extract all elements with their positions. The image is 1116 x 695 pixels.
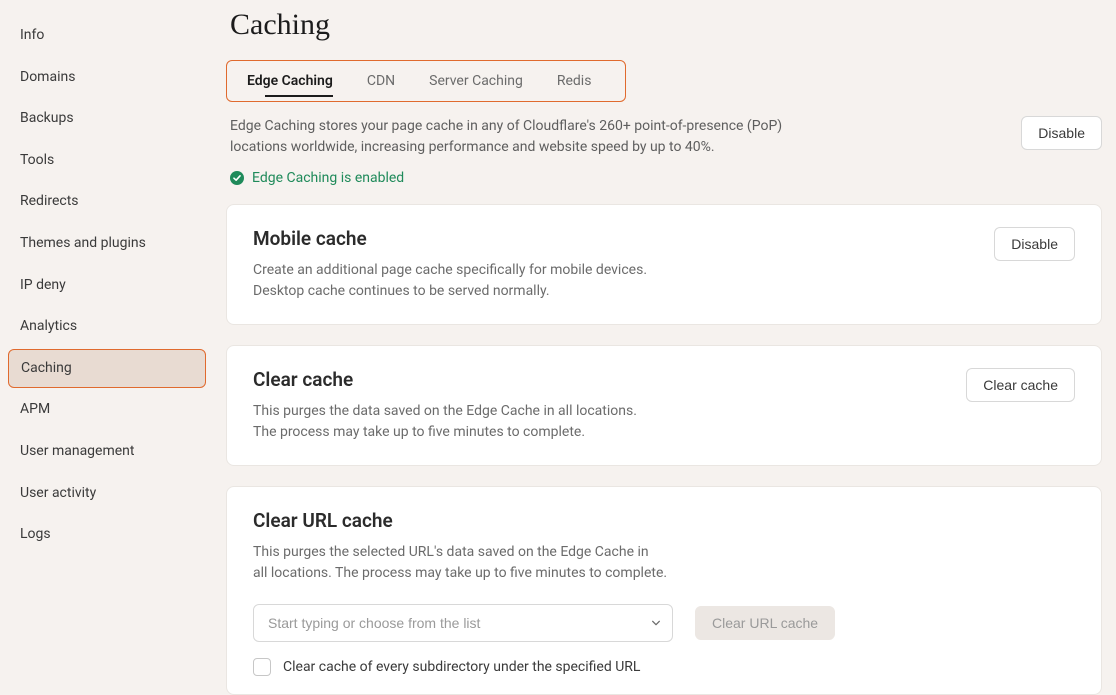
disable-edge-caching-button[interactable]: Disable	[1021, 116, 1102, 150]
edge-caching-description-row: Edge Caching stores your page cache in a…	[226, 116, 1116, 158]
tab-redis[interactable]: Redis	[557, 73, 592, 89]
clear-url-cache-button[interactable]: Clear URL cache	[695, 606, 835, 640]
clear-cache-button[interactable]: Clear cache	[966, 368, 1075, 402]
sidebar-item-analytics[interactable]: Analytics	[0, 307, 214, 347]
sidebar-item-domains[interactable]: Domains	[0, 58, 214, 98]
sidebar-item-user-activity[interactable]: User activity	[0, 474, 214, 514]
clear-cache-description: This purges the data saved on the Edge C…	[253, 401, 637, 443]
clear-subdirectory-checkbox[interactable]	[253, 658, 271, 676]
main-content: Caching Edge Caching CDN Server Caching …	[214, 0, 1116, 665]
sidebar-item-redirects[interactable]: Redirects	[0, 182, 214, 222]
clear-cache-title: Clear cache	[253, 368, 637, 391]
clear-cache-card: Clear cache This purges the data saved o…	[226, 345, 1102, 466]
sidebar-item-apm[interactable]: APM	[0, 390, 214, 430]
sidebar-item-ip-deny[interactable]: IP deny	[0, 266, 214, 306]
sidebar: Info Domains Backups Tools Redirects The…	[0, 0, 214, 665]
clear-url-cache-card: Clear URL cache This purges the selected…	[226, 486, 1102, 695]
url-input-wrap	[253, 604, 673, 642]
mobile-cache-title: Mobile cache	[253, 227, 647, 250]
check-circle-icon	[230, 171, 244, 185]
sidebar-item-backups[interactable]: Backups	[0, 99, 214, 139]
sidebar-item-user-management[interactable]: User management	[0, 432, 214, 472]
sidebar-item-caching[interactable]: Caching	[8, 349, 206, 389]
url-input[interactable]	[253, 604, 673, 642]
sidebar-item-themes-plugins[interactable]: Themes and plugins	[0, 224, 214, 264]
edge-caching-status: Edge Caching is enabled	[226, 170, 1116, 186]
disable-mobile-cache-button[interactable]: Disable	[994, 227, 1075, 261]
sidebar-item-tools[interactable]: Tools	[0, 141, 214, 181]
edge-caching-status-text: Edge Caching is enabled	[252, 170, 404, 186]
tab-edge-caching[interactable]: Edge Caching	[247, 73, 333, 89]
mobile-cache-description: Create an additional page cache specific…	[253, 260, 647, 302]
edge-caching-description: Edge Caching stores your page cache in a…	[230, 116, 840, 158]
clear-url-cache-description: This purges the selected URL's data save…	[253, 542, 1075, 584]
clear-subdirectory-checkbox-label: Clear cache of every subdirectory under …	[283, 659, 640, 675]
clear-url-cache-title: Clear URL cache	[253, 509, 1075, 532]
sidebar-item-info[interactable]: Info	[0, 16, 214, 56]
sidebar-item-logs[interactable]: Logs	[0, 515, 214, 555]
tabs: Edge Caching CDN Server Caching Redis	[226, 60, 626, 102]
mobile-cache-card: Mobile cache Create an additional page c…	[226, 204, 1102, 325]
tab-server-caching[interactable]: Server Caching	[429, 73, 523, 89]
tab-cdn[interactable]: CDN	[367, 73, 395, 89]
page-title: Caching	[226, 8, 1116, 42]
